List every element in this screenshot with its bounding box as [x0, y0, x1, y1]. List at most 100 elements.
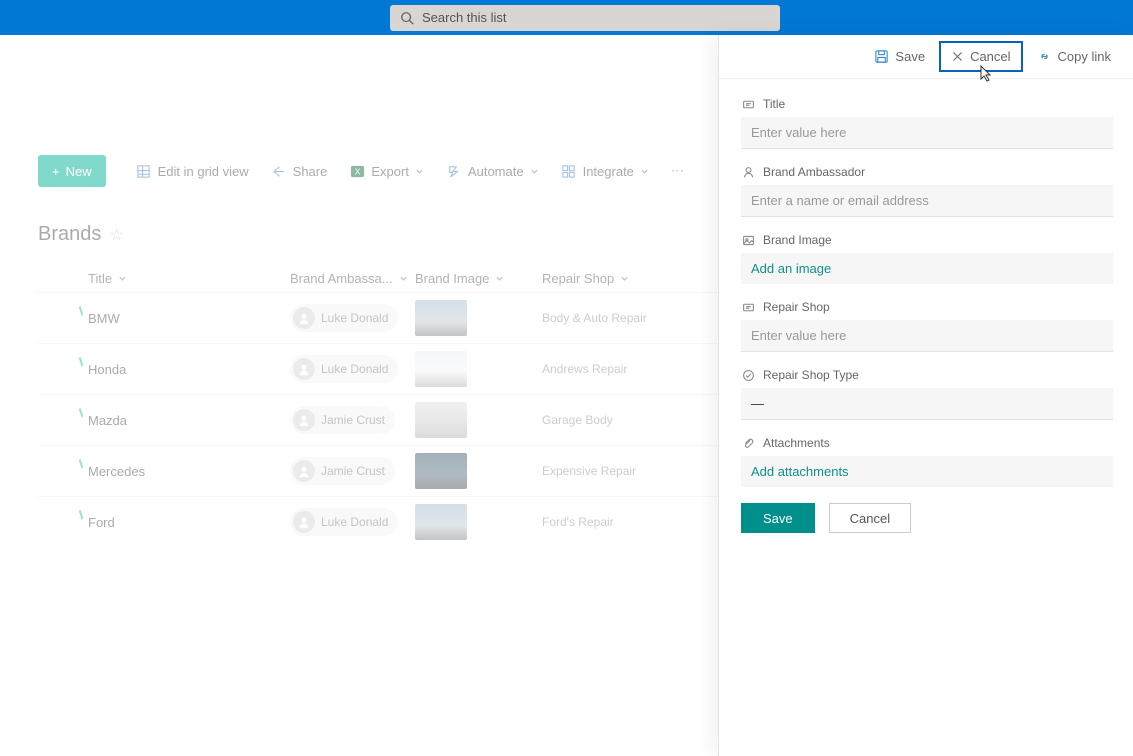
cell-shop: Expensive Repair — [542, 464, 702, 478]
chevron-down-icon — [530, 167, 539, 176]
person-pill[interactable]: Luke Donald — [290, 304, 398, 332]
add-image-link[interactable]: Add an image — [741, 253, 1113, 284]
col-image[interactable]: Brand Image — [415, 271, 542, 286]
main-content: + New Edit in grid view Share X Export A… — [0, 35, 718, 756]
cell-title: Mercedes — [38, 464, 290, 479]
image-thumb[interactable] — [415, 504, 467, 540]
form-actions: Save Cancel — [741, 503, 1113, 533]
image-thumb[interactable] — [415, 300, 467, 336]
new-item-panel: Save Cancel Copy link Title Brand Ambass… — [718, 35, 1133, 756]
copy-link-button[interactable]: Copy link — [1027, 43, 1121, 70]
avatar — [293, 409, 315, 431]
new-button[interactable]: + New — [38, 155, 106, 187]
chevron-down-icon — [495, 274, 504, 283]
person-name: Luke Donald — [321, 515, 388, 529]
attachment-icon — [741, 436, 755, 450]
title-field[interactable] — [741, 117, 1113, 149]
cell-ambassador: Jamie Crust — [290, 457, 415, 485]
automate-button[interactable]: Automate — [438, 157, 547, 185]
title-label: Title — [763, 97, 785, 111]
shop-type-select[interactable]: — — [741, 388, 1113, 420]
grid-icon — [136, 163, 152, 179]
cell-ambassador: Luke Donald — [290, 355, 415, 383]
person-name: Luke Donald — [321, 362, 388, 376]
search-input[interactable]: Search this list — [390, 5, 780, 31]
chevron-down-icon — [118, 274, 127, 283]
ambassador-label: Brand Ambassador — [763, 165, 865, 179]
more-button[interactable]: ⋯ — [663, 159, 692, 183]
person-icon — [741, 165, 755, 179]
text-icon — [741, 97, 755, 111]
table-row[interactable]: Ford Luke Donald Ford's Repair — [38, 496, 718, 547]
topbar: Search this list — [0, 0, 1133, 35]
col-shop[interactable]: Repair Shop — [542, 271, 692, 286]
export-button[interactable]: X Export — [341, 157, 432, 185]
cell-shop: Andrews Repair — [542, 362, 702, 376]
text-icon — [741, 300, 755, 314]
person-pill[interactable]: Luke Donald — [290, 508, 398, 536]
image-thumb[interactable] — [415, 402, 467, 438]
close-icon — [951, 50, 964, 63]
table-header: Title Brand Ambassa... Brand Image Repai… — [38, 265, 718, 292]
save-button[interactable]: Save — [741, 503, 815, 533]
image-icon — [741, 233, 755, 247]
person-pill[interactable]: Luke Donald — [290, 355, 398, 383]
integrate-button[interactable]: Integrate — [553, 157, 657, 185]
add-attachments-link[interactable]: Add attachments — [741, 456, 1113, 487]
integrate-icon — [561, 163, 577, 179]
cell-shop: Ford's Repair — [542, 515, 702, 529]
search-icon — [400, 11, 414, 25]
cell-ambassador: Luke Donald — [290, 304, 415, 332]
share-button[interactable]: Share — [263, 157, 336, 185]
choice-icon — [741, 368, 755, 382]
list-title: Brands ☆ — [38, 223, 124, 246]
chevron-down-icon — [415, 167, 424, 176]
image-thumb[interactable] — [415, 453, 467, 489]
image-thumb[interactable] — [415, 351, 467, 387]
save-icon — [874, 49, 889, 64]
avatar — [293, 358, 315, 380]
avatar — [293, 307, 315, 329]
table-row[interactable]: BMW Luke Donald Body & Auto Repair — [38, 292, 718, 343]
ambassador-field[interactable] — [741, 185, 1113, 217]
cancel-button[interactable]: Cancel — [829, 503, 911, 533]
table-row[interactable]: Mercedes Jamie Crust Expensive Repair — [38, 445, 718, 496]
cell-ambassador: Jamie Crust — [290, 406, 415, 434]
favorite-star-icon[interactable]: ☆ — [109, 225, 123, 245]
cell-image — [415, 402, 542, 438]
new-label: New — [66, 164, 92, 179]
person-name: Jamie Crust — [321, 413, 385, 427]
shop-label: Repair Shop — [763, 300, 830, 314]
cell-shop: Garage Body — [542, 413, 702, 427]
cell-image — [415, 300, 542, 336]
shop-type-label: Repair Shop Type — [763, 368, 859, 382]
person-pill[interactable]: Jamie Crust — [290, 457, 395, 485]
table-row[interactable]: Mazda Jamie Crust Garage Body — [38, 394, 718, 445]
cell-ambassador: Luke Donald — [290, 508, 415, 536]
cell-image — [415, 453, 542, 489]
person-name: Luke Donald — [321, 311, 388, 325]
attachments-label: Attachments — [763, 436, 830, 450]
plus-icon: + — [52, 164, 60, 179]
person-name: Jamie Crust — [321, 464, 385, 478]
list-table: Title Brand Ambassa... Brand Image Repai… — [38, 265, 718, 547]
cell-title: Ford — [38, 515, 290, 530]
cell-image — [415, 351, 542, 387]
edit-grid-button[interactable]: Edit in grid view — [128, 157, 257, 185]
search-placeholder: Search this list — [422, 10, 507, 25]
panel-cancel-button[interactable]: Cancel — [939, 41, 1022, 72]
excel-icon: X — [349, 163, 365, 179]
chevron-down-icon — [620, 274, 629, 283]
col-title[interactable]: Title — [38, 271, 290, 286]
automate-icon — [446, 163, 462, 179]
shop-field[interactable] — [741, 320, 1113, 352]
avatar — [293, 460, 315, 482]
col-ambassador[interactable]: Brand Ambassa... — [290, 271, 415, 286]
table-row[interactable]: Honda Luke Donald Andrews Repair — [38, 343, 718, 394]
person-pill[interactable]: Jamie Crust — [290, 406, 395, 434]
panel-save-button[interactable]: Save — [864, 43, 935, 70]
form: Title Brand Ambassador Brand Image Add a… — [719, 79, 1133, 533]
cell-image — [415, 504, 542, 540]
cell-shop: Body & Auto Repair — [542, 311, 702, 325]
cell-title: BMW — [38, 311, 290, 326]
